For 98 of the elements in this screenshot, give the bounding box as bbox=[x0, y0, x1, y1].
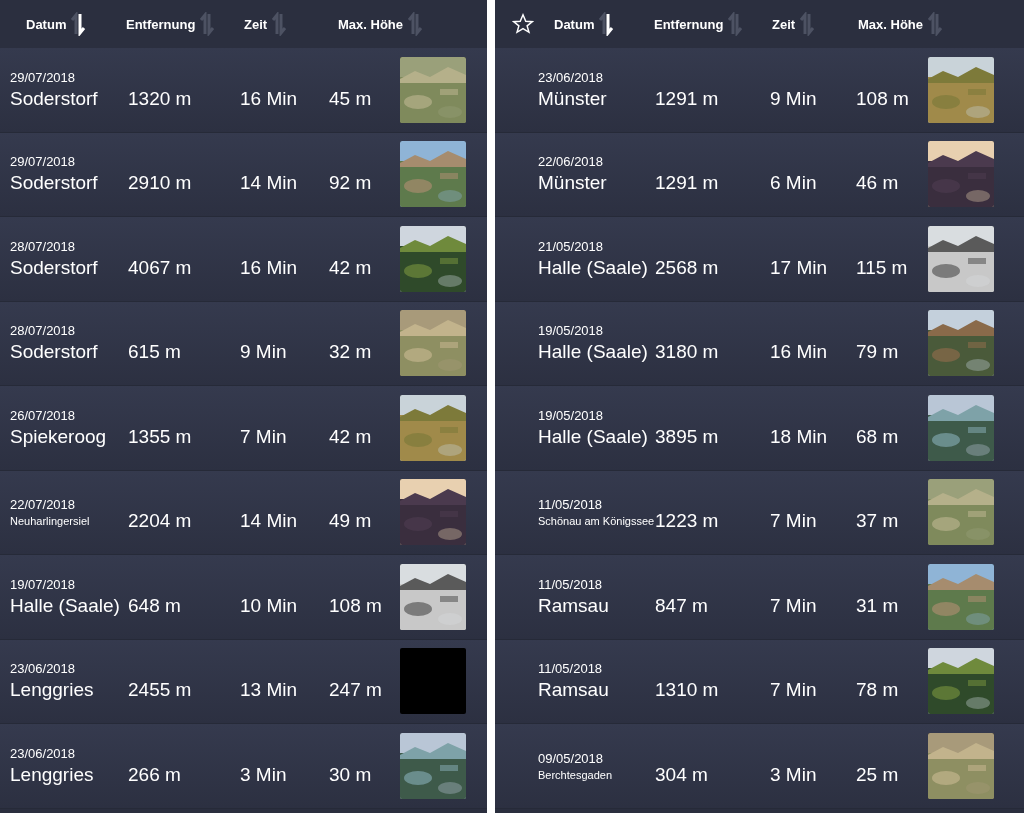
place-name: Neuharlingersiel bbox=[10, 515, 91, 528]
column-header[interactable]: Zeit bbox=[244, 12, 338, 36]
distance-value: 2910 m bbox=[128, 172, 193, 195]
column-header[interactable]: Entfernung bbox=[126, 12, 244, 36]
distance-value: 847 m bbox=[655, 594, 709, 617]
date-label: 23/06/2018 bbox=[10, 745, 77, 761]
place-name: Halle (Saale) bbox=[538, 256, 649, 279]
distance-value: 266 m bbox=[128, 763, 182, 786]
date-label: 23/06/2018 bbox=[538, 69, 605, 85]
height-value: 68 m bbox=[856, 425, 900, 448]
date-label: 11/05/2018 bbox=[538, 661, 604, 677]
time-value: 13 Min bbox=[240, 679, 299, 702]
distance-value: 2568 m bbox=[655, 256, 720, 279]
height-value: 42 m bbox=[329, 256, 373, 279]
date-label: 19/05/2018 bbox=[538, 407, 605, 423]
height-value: 115 m bbox=[856, 256, 909, 279]
time-value: 14 Min bbox=[240, 510, 299, 533]
distance-value: 4067 m bbox=[128, 256, 193, 279]
column-header[interactable]: Datum bbox=[554, 12, 654, 36]
height-value: 32 m bbox=[329, 341, 373, 364]
height-value: 108 m bbox=[329, 594, 383, 617]
place-name: Schönau am Königssee bbox=[538, 515, 655, 528]
date-label: 28/07/2018 bbox=[10, 323, 77, 339]
height-value: 92 m bbox=[329, 172, 373, 195]
date-label: 11/05/2018 bbox=[538, 497, 604, 513]
place-name: Halle (Saale) bbox=[538, 425, 649, 448]
time-value: 7 Min bbox=[240, 425, 288, 448]
time-value: 9 Min bbox=[770, 87, 818, 110]
date-label: 19/07/2018 bbox=[10, 576, 77, 592]
distance-value: 648 m bbox=[128, 594, 182, 617]
place-name: Münster bbox=[538, 172, 608, 195]
time-value: 10 Min bbox=[240, 594, 299, 617]
date-label: 22/06/2018 bbox=[538, 154, 605, 170]
place-name: Soderstorf bbox=[10, 172, 99, 195]
date-label: 23/06/2018 bbox=[10, 661, 77, 677]
distance-value: 3180 m bbox=[655, 341, 720, 364]
distance-value: 615 m bbox=[128, 341, 182, 364]
date-label: 09/05/2018 bbox=[538, 750, 605, 766]
place-name: Halle (Saale) bbox=[538, 341, 649, 364]
date-label: 19/05/2018 bbox=[538, 323, 605, 339]
height-value: 46 m bbox=[856, 172, 900, 195]
time-value: 3 Min bbox=[770, 763, 818, 786]
place-name: Münster bbox=[538, 87, 608, 110]
column-header[interactable]: Entfernung bbox=[654, 12, 772, 36]
distance-value: 2455 m bbox=[128, 679, 193, 702]
distance-value: 1355 m bbox=[128, 425, 193, 448]
column-header[interactable]: Max. Höhe bbox=[858, 12, 958, 36]
height-value: 247 m bbox=[329, 679, 383, 702]
place-name: Ramsau bbox=[538, 594, 610, 617]
height-value: 49 m bbox=[329, 510, 373, 533]
distance-value: 1320 m bbox=[128, 87, 193, 110]
place-name: Soderstorf bbox=[10, 256, 99, 279]
place-name: Berchtesgaden bbox=[538, 768, 613, 781]
time-value: 7 Min bbox=[770, 594, 818, 617]
distance-value: 1291 m bbox=[655, 87, 720, 110]
column-header[interactable]: Max. Höhe bbox=[338, 12, 438, 36]
distance-value: 1310 m bbox=[655, 679, 720, 702]
time-value: 16 Min bbox=[240, 256, 299, 279]
height-value: 42 m bbox=[329, 425, 373, 448]
distance-value: 2204 m bbox=[128, 510, 193, 533]
distance-value: 304 m bbox=[655, 763, 709, 786]
date-label: 11/05/2018 bbox=[538, 576, 604, 592]
height-value: 79 m bbox=[856, 341, 900, 364]
place-name: Spiekeroog bbox=[10, 425, 108, 448]
date-label: 26/07/2018 bbox=[10, 407, 77, 423]
place-name: Ramsau bbox=[538, 679, 610, 702]
place-name: Lenggries bbox=[10, 763, 95, 786]
distance-value: 3895 m bbox=[655, 425, 720, 448]
height-value: 108 m bbox=[856, 87, 910, 110]
time-value: 7 Min bbox=[770, 679, 818, 702]
distance-value: 1223 m bbox=[655, 510, 720, 533]
height-value: 45 m bbox=[329, 87, 373, 110]
place-name: Halle (Saale) bbox=[10, 594, 121, 617]
time-value: 14 Min bbox=[240, 172, 299, 195]
height-value: 78 m bbox=[856, 679, 900, 702]
height-value: 30 m bbox=[329, 763, 373, 786]
time-value: 9 Min bbox=[240, 341, 288, 364]
time-value: 7 Min bbox=[770, 510, 818, 533]
time-value: 16 Min bbox=[770, 341, 829, 364]
height-value: 31 m bbox=[856, 594, 900, 617]
time-value: 3 Min bbox=[240, 763, 288, 786]
time-value: 6 Min bbox=[770, 172, 818, 195]
place-name: Lenggries bbox=[10, 679, 95, 702]
height-value: 37 m bbox=[856, 510, 900, 533]
column-header[interactable]: Zeit bbox=[772, 12, 858, 36]
height-value: 25 m bbox=[856, 763, 900, 786]
column-header[interactable]: Datum bbox=[26, 12, 126, 36]
distance-value: 1291 m bbox=[655, 172, 720, 195]
time-value: 17 Min bbox=[770, 256, 829, 279]
date-label: 29/07/2018 bbox=[10, 154, 77, 170]
date-label: 29/07/2018 bbox=[10, 69, 77, 85]
place-name: Soderstorf bbox=[10, 341, 99, 364]
date-label: 28/07/2018 bbox=[10, 238, 77, 254]
time-value: 16 Min bbox=[240, 87, 299, 110]
time-value: 18 Min bbox=[770, 425, 829, 448]
place-name: Soderstorf bbox=[10, 87, 99, 110]
date-label: 21/05/2018 bbox=[538, 238, 605, 254]
date-label: 22/07/2018 bbox=[10, 497, 77, 513]
